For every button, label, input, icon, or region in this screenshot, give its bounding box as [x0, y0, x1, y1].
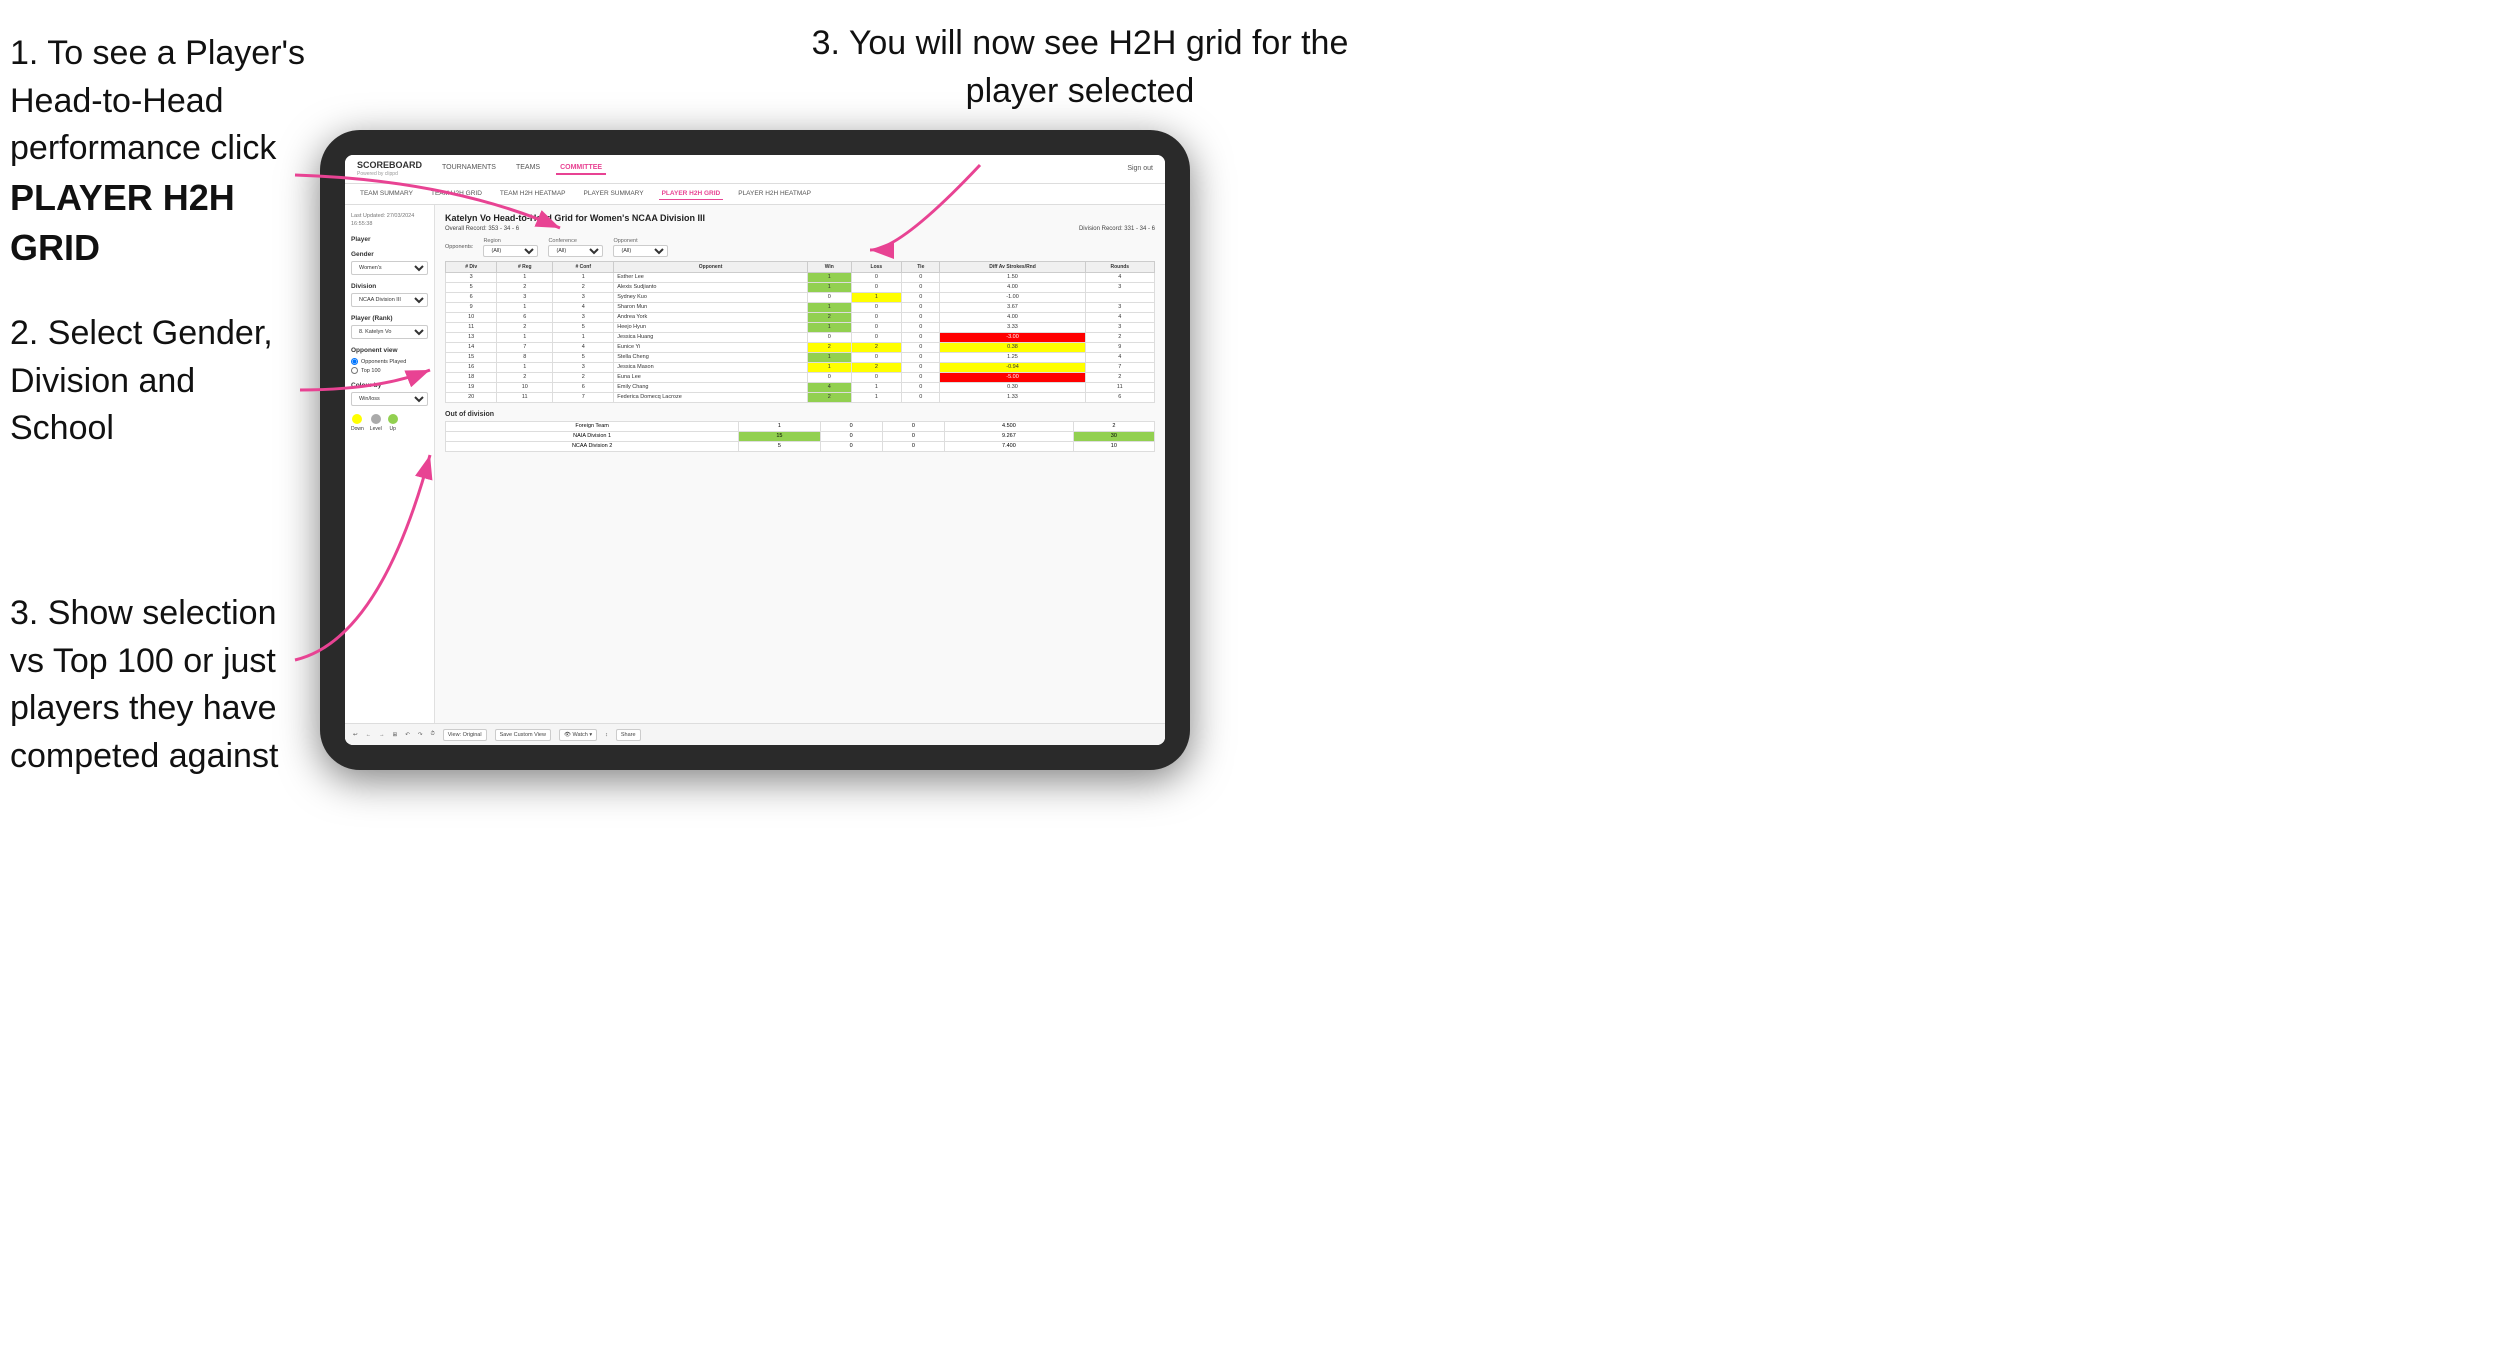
table-row: NCAA Division 2 500 7.40010 [446, 441, 1155, 451]
legend-up: Up [388, 414, 398, 432]
instruction-1: 1. To see a Player's Head-to-Head perfor… [10, 30, 320, 274]
radio-group: Opponents Played Top 100 [351, 358, 428, 374]
legend-down: Down [351, 414, 364, 432]
table-header: # Div # Reg # Conf Opponent Win Loss Tie… [446, 261, 1155, 272]
subnav-player-summary[interactable]: PLAYER SUMMARY [581, 188, 647, 200]
th-opponent: Opponent [614, 261, 808, 272]
gender-section: Gender Women's [351, 251, 428, 275]
level-dot [371, 414, 381, 424]
nav-committee[interactable]: COMMITTEE [556, 162, 606, 175]
subnav-player-heatmap[interactable]: PLAYER H2H HEATMAP [735, 188, 814, 200]
nav-tournaments[interactable]: TOURNAMENTS [438, 162, 500, 175]
subnav-team-heatmap[interactable]: TEAM H2H HEATMAP [497, 188, 569, 200]
tablet: SCOREBOARD Powered by clippd TOURNAMENTS… [320, 130, 1190, 770]
division-select[interactable]: NCAA Division III [351, 293, 428, 307]
th-tie: Tie [902, 261, 940, 272]
table-row: 522 Alexis Sudjianto 100 4.003 [446, 282, 1155, 292]
main-table: # Div # Reg # Conf Opponent Win Loss Tie… [445, 261, 1155, 403]
th-win: Win [807, 261, 851, 272]
legend-level: Level [370, 414, 382, 432]
main-title: Katelyn Vo Head-to-Head Grid for Women's… [445, 213, 1155, 223]
th-diff: Diff Av Strokes/Rnd [940, 261, 1085, 272]
records-row: Overall Record: 353 - 34 - 6 Division Re… [445, 226, 1155, 232]
watch-btn[interactable]: 👁 Watch ▾ [559, 729, 597, 741]
radio-top100[interactable]: Top 100 [351, 367, 428, 374]
subnav-team-h2h[interactable]: TEAM H2H GRID [428, 188, 485, 200]
share-icon[interactable]: ↕ [605, 732, 608, 738]
player-section: Player [351, 236, 428, 243]
brand: SCOREBOARD Powered by clippd [357, 161, 422, 177]
navbar: SCOREBOARD Powered by clippd TOURNAMENTS… [345, 155, 1165, 184]
opponent-select[interactable]: (All) [613, 245, 668, 257]
player-rank-section: Player (Rank) 8. Katelyn Vo [351, 315, 428, 339]
opponent-view-section: Opponent view Opponents Played Top 100 [351, 347, 428, 374]
filters-row: Opponents: Region (All) Conference (All) [445, 238, 1155, 257]
down-dot [352, 414, 362, 424]
content-area: Last Updated: 27/03/2024 16:55:38 Player… [345, 205, 1165, 743]
division-section: Division NCAA Division III [351, 283, 428, 307]
table-row: 1585 Stella Cheng 100 1.254 [446, 352, 1155, 362]
th-loss: Loss [851, 261, 902, 272]
th-reg: # Reg [497, 261, 553, 272]
radio-opponents-played[interactable]: Opponents Played [351, 358, 428, 365]
region-select[interactable]: (All) [483, 245, 538, 257]
subnav: TEAM SUMMARY TEAM H2H GRID TEAM H2H HEAT… [345, 184, 1165, 205]
bottom-toolbar: ↩ ← → ⊞ ↶ ↷ ⏱ View: Original Save Custom… [435, 723, 1165, 743]
out-of-division-header: Out of division [445, 411, 1155, 418]
table-row: 1474 Eunice Yi 220 0.389 [446, 342, 1155, 352]
colour-select[interactable]: Win/loss [351, 392, 428, 406]
colour-section: Colour by Win/loss [351, 382, 428, 406]
nav-right: Sign out [1127, 165, 1153, 172]
instruction-2: 2. Select Gender, Division and School [10, 310, 310, 453]
view-original-btn[interactable]: View: Original [443, 729, 487, 741]
instruction-3: 3. Show selection vs Top 100 or just pla… [10, 590, 310, 780]
table-body: 311 Esther Lee 100 1.504 522 Alexis Sudj… [446, 272, 1155, 402]
subnav-team-summary[interactable]: TEAM SUMMARY [357, 188, 416, 200]
region-filter: Region (All) [483, 238, 538, 257]
table-row: Foreign Team 100 4.5002 [446, 421, 1155, 431]
table-row: 633 Sydney Kuo 010 -1.00 [446, 292, 1155, 302]
conference-filter: Conference (All) [548, 238, 603, 257]
table-row: 1822 Euna Lee 000 -5.002 [446, 372, 1155, 382]
out-of-div-body: Foreign Team 100 4.5002 NAIA Division 1 … [446, 421, 1155, 451]
colour-legend: Down Level Up [351, 414, 428, 432]
timestamp: Last Updated: 27/03/2024 16:55:38 [351, 213, 428, 228]
table-row: 311 Esther Lee 100 1.504 [446, 272, 1155, 282]
table-row: 1311 Jessica Huang 000 -3.002 [446, 332, 1155, 342]
conference-select[interactable]: (All) [548, 245, 603, 257]
gender-select[interactable]: Women's [351, 261, 428, 275]
out-of-division-table: Foreign Team 100 4.5002 NAIA Division 1 … [445, 421, 1155, 452]
nav-teams[interactable]: TEAMS [512, 162, 544, 175]
th-div: # Div [446, 261, 497, 272]
table-row: 1613 Jessica Mason 120 -0.947 [446, 362, 1155, 372]
th-rounds: Rounds [1085, 261, 1154, 272]
top-right-instruction: 3. You will now see H2H grid for the pla… [790, 20, 1370, 115]
opponents-label: Opponents: [445, 244, 473, 250]
table-row: 1063 Andrea York 200 4.004 [446, 312, 1155, 322]
table-row: 19106 Emily Chang 410 0.3011 [446, 382, 1155, 392]
main-content: Katelyn Vo Head-to-Head Grid for Women's… [435, 205, 1165, 743]
table-row: 20117 Federica Domecq Lacroze 210 1.336 [446, 392, 1155, 402]
nav-items: TOURNAMENTS TEAMS COMMITTEE [438, 162, 1111, 175]
tablet-screen: SCOREBOARD Powered by clippd TOURNAMENTS… [345, 155, 1165, 745]
player-rank-select[interactable]: 8. Katelyn Vo [351, 325, 428, 339]
sidebar: Last Updated: 27/03/2024 16:55:38 Player… [345, 205, 435, 743]
up-dot [388, 414, 398, 424]
table-row: NAIA Division 1 1500 9.26730 [446, 431, 1155, 441]
table-row: 1125 Heejo Hyun 100 3.333 [446, 322, 1155, 332]
subnav-player-h2h[interactable]: PLAYER H2H GRID [659, 188, 724, 200]
opponent-filter: Opponent (All) [613, 238, 668, 257]
save-custom-btn[interactable]: Save Custom View [495, 729, 551, 741]
sign-out[interactable]: Sign out [1127, 165, 1153, 172]
share-btn[interactable]: Share [616, 729, 641, 741]
th-conf: # Conf [553, 261, 614, 272]
table-row: 914 Sharon Mun 100 3.673 [446, 302, 1155, 312]
